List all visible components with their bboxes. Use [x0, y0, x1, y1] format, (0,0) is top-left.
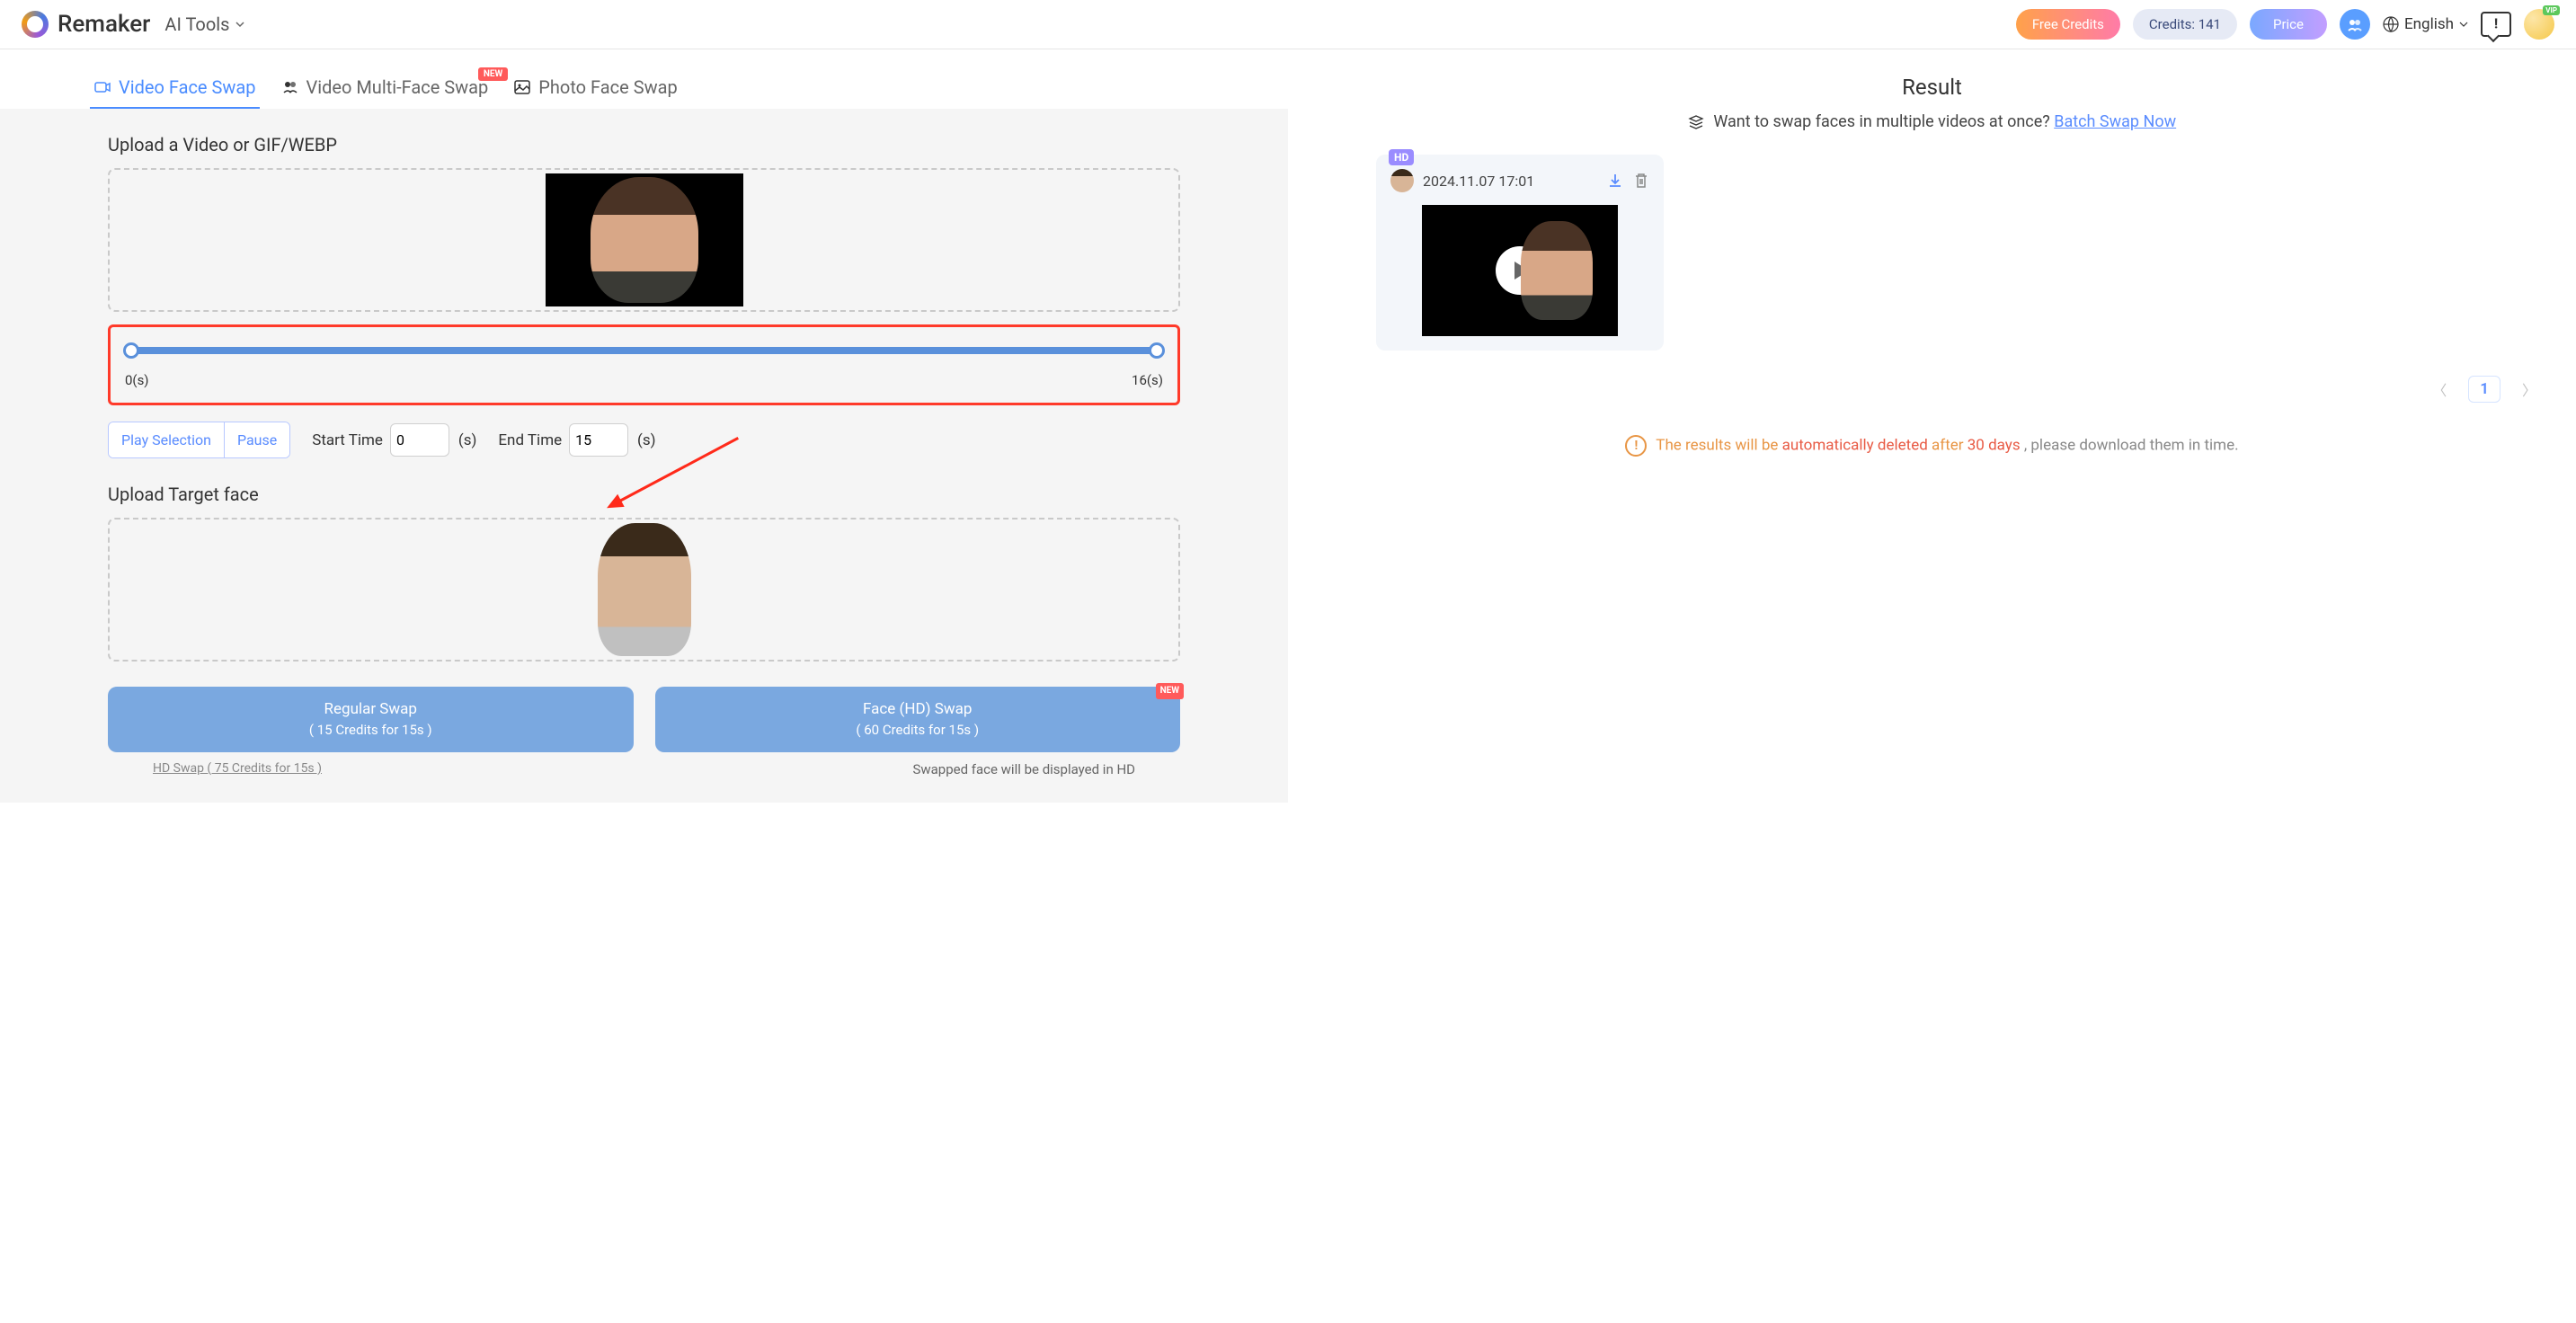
brand-name: Remaker	[58, 11, 150, 38]
swap-buttons: Regular Swap ( 15 Credits for 15s ) Face…	[108, 687, 1180, 752]
slider-handle-end[interactable]	[1149, 342, 1165, 359]
language-selector[interactable]: English	[2383, 15, 2468, 33]
community-icon[interactable]	[2340, 9, 2370, 40]
video-face-preview	[591, 177, 698, 303]
upload-content: Upload a Video or GIF/WEBP 0(s) 16(s)	[0, 109, 1288, 803]
hd-swap-button[interactable]: Face (HD) Swap ( 60 Credits for 15s ) NE…	[655, 687, 1181, 752]
hd-note: Swapped face will be displayed in HD	[912, 761, 1135, 777]
result-face-avatar	[1390, 169, 1414, 192]
target-face-preview	[598, 523, 691, 656]
end-time-label: End Time	[498, 431, 562, 449]
upload-video-box[interactable]	[108, 168, 1180, 312]
deletion-warning: ! The results will be automatically dele…	[1328, 435, 2536, 457]
free-credits-button[interactable]: Free Credits	[2016, 9, 2120, 40]
end-time-field: End Time ▲▼ (s)	[498, 423, 655, 457]
warn-highlight: automatically deleted	[1782, 436, 1928, 454]
regular-swap-sub: ( 15 Credits for 15s )	[120, 721, 621, 740]
upload-face-title: Upload Target face	[108, 484, 1180, 505]
tab-video-multi-face-swap[interactable]: Video Multi-Face Swap NEW	[278, 66, 493, 109]
unit-label: (s)	[458, 431, 477, 449]
stack-icon	[1688, 114, 1704, 130]
slider-handle-start[interactable]	[123, 342, 139, 359]
start-time-field: Start Time ▲▼ (s)	[312, 423, 476, 457]
hd-swap-title: Face (HD) Swap	[863, 700, 972, 718]
result-card-header: HD 2024.11.07 17:01	[1390, 169, 1649, 192]
end-time-input[interactable]	[569, 423, 628, 457]
multi-face-icon	[281, 78, 299, 96]
slider-fill	[127, 347, 1161, 354]
time-range-slider[interactable]	[127, 347, 1161, 354]
time-controls: Play Selection Pause Start Time ▲▼ (s) E…	[108, 422, 1180, 458]
tab-label: Video Multi-Face Swap	[306, 76, 489, 98]
hd-badge: HD	[1389, 149, 1414, 165]
feedback-icon[interactable]	[2481, 12, 2511, 37]
warn-suffix: , please download them in time.	[2024, 436, 2239, 454]
slider-labels: 0(s) 16(s)	[120, 372, 1168, 388]
ai-tools-dropdown[interactable]: AI Tools	[164, 13, 245, 35]
tab-label: Photo Face Swap	[538, 76, 677, 98]
globe-icon	[2383, 16, 2399, 32]
pause-button[interactable]: Pause	[225, 422, 289, 457]
chevron-down-icon	[235, 19, 245, 30]
right-panel: Result Want to swap faces in multiple vi…	[1288, 49, 2576, 803]
page-number[interactable]: 1	[2468, 376, 2500, 403]
batch-swap-link[interactable]: Batch Swap Now	[2054, 112, 2176, 131]
video-thumbnail	[546, 173, 743, 306]
hd-swap-sub: ( 60 Credits for 15s )	[668, 721, 1168, 740]
ai-tools-label: AI Tools	[164, 13, 229, 35]
warning-icon: !	[1625, 435, 1647, 457]
language-label: English	[2404, 15, 2454, 33]
credits-badge[interactable]: Credits: 141	[2133, 9, 2237, 40]
page-next-button[interactable]: 〉	[2522, 378, 2536, 400]
regular-swap-button[interactable]: Regular Swap ( 15 Credits for 15s )	[108, 687, 634, 752]
logo-icon	[22, 11, 49, 38]
main-content: Video Face Swap Video Multi-Face Swap NE…	[0, 49, 2576, 803]
tab-video-face-swap[interactable]: Video Face Swap	[90, 66, 260, 109]
upload-video-title: Upload a Video or GIF/WEBP	[108, 134, 1180, 155]
app-header: Remaker AI Tools Free Credits Credits: 1…	[0, 0, 2576, 49]
start-time-input[interactable]	[390, 423, 449, 457]
warn-days: 30 days	[1968, 436, 2021, 454]
slider-end-label: 16(s)	[1132, 372, 1163, 388]
result-card-actions	[1606, 172, 1649, 190]
warn-prefix: The results will be	[1656, 436, 1781, 454]
warn-mid: after	[1932, 436, 1968, 454]
result-timestamp: 2024.11.07 17:01	[1423, 173, 1534, 190]
new-badge: NEW	[1156, 683, 1184, 699]
photo-icon	[513, 78, 531, 96]
result-face-image	[1521, 221, 1593, 320]
left-panel: Video Face Swap Video Multi-Face Swap NE…	[0, 49, 1288, 803]
hd-swap-link[interactable]: HD Swap ( 75 Credits for 15s )	[153, 761, 322, 777]
regular-swap-title: Regular Swap	[324, 700, 417, 718]
unit-label: (s)	[637, 431, 656, 449]
vip-badge: VIP	[2543, 5, 2560, 15]
upload-face-box[interactable]	[108, 518, 1180, 662]
below-links: HD Swap ( 75 Credits for 15s ) Swapped f…	[108, 761, 1180, 777]
delete-icon[interactable]	[1633, 172, 1649, 190]
header-right: Free Credits Credits: 141 Price English …	[2016, 9, 2554, 40]
download-icon[interactable]	[1606, 172, 1624, 190]
time-range-slider-area: 0(s) 16(s)	[108, 324, 1180, 405]
playback-button-group: Play Selection Pause	[108, 422, 290, 458]
batch-prompt-text: Want to swap faces in multiple videos at…	[1713, 112, 2049, 131]
chevron-down-icon	[2459, 20, 2468, 29]
logo[interactable]: Remaker	[22, 11, 150, 38]
result-video-thumbnail[interactable]	[1422, 205, 1618, 336]
play-selection-button[interactable]: Play Selection	[109, 422, 225, 457]
pagination: 〈 1 〉	[1328, 376, 2536, 403]
price-button[interactable]: Price	[2250, 9, 2327, 40]
video-icon	[93, 78, 111, 96]
start-time-label: Start Time	[312, 431, 383, 449]
tabs: Video Face Swap Video Multi-Face Swap NE…	[0, 49, 1288, 109]
result-title: Result	[1328, 75, 2536, 100]
page-prev-button[interactable]: 〈	[2432, 378, 2447, 400]
slider-start-label: 0(s)	[125, 372, 149, 388]
batch-swap-prompt: Want to swap faces in multiple videos at…	[1328, 112, 2536, 131]
new-badge: NEW	[478, 67, 508, 81]
result-card: HD 2024.11.07 17:01	[1376, 155, 1664, 351]
header-left: Remaker AI Tools	[22, 11, 245, 38]
user-avatar[interactable]: VIP	[2524, 9, 2554, 40]
tab-photo-face-swap[interactable]: Photo Face Swap	[510, 66, 680, 109]
tab-label: Video Face Swap	[119, 76, 256, 98]
